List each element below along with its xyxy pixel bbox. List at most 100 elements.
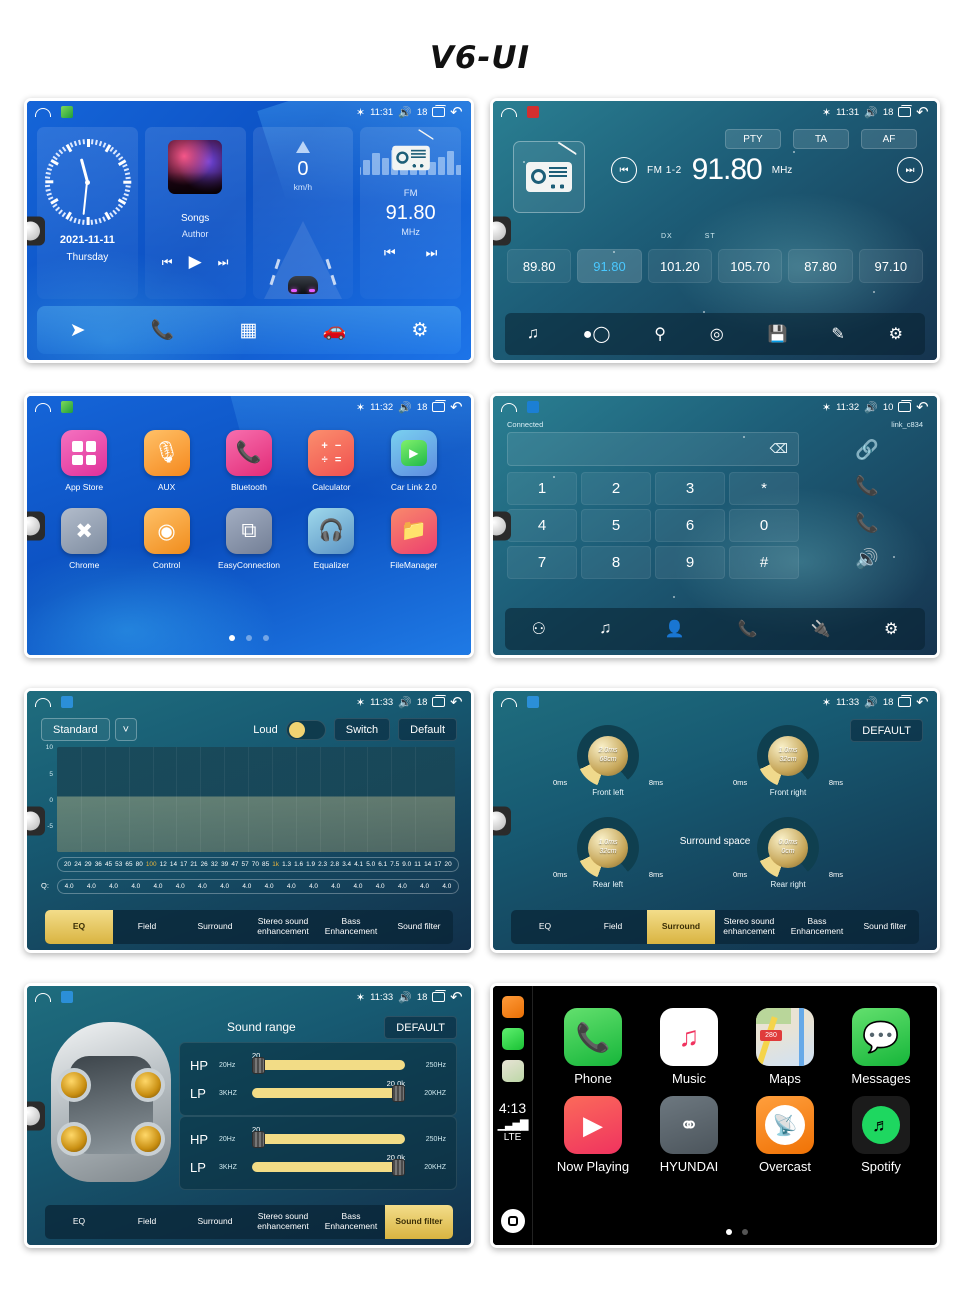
hardware-knob[interactable]	[27, 1101, 45, 1130]
contacts-icon[interactable]: 👤	[664, 619, 684, 639]
filter-row-hp[interactable]: HP 20Hz 20 250Hz	[190, 1125, 446, 1153]
recents-icon[interactable]	[898, 105, 913, 117]
clock-widget[interactable]: 2021-11-11 Thursday	[37, 127, 138, 299]
speed-widget[interactable]: 0 km/h	[252, 127, 354, 299]
app-badge-icon[interactable]	[61, 401, 73, 413]
carplay-home-button[interactable]	[500, 1209, 525, 1233]
radio-source-icon[interactable]	[513, 141, 585, 213]
dial-key[interactable]: 0	[729, 509, 799, 542]
tab-sound-filter[interactable]: Sound filter	[385, 1205, 453, 1239]
ta-button[interactable]: TA	[793, 129, 849, 149]
af-button[interactable]: AF	[861, 129, 917, 149]
hardware-knob[interactable]	[27, 216, 45, 245]
tab-eq[interactable]: EQ	[45, 1205, 113, 1239]
tab-bass-enhancement[interactable]: Bass Enhancement	[317, 910, 385, 944]
recents-icon[interactable]	[432, 695, 447, 707]
default-button[interactable]: Default	[398, 718, 457, 741]
carplay-app-messages[interactable]: 💬 Messages	[833, 1008, 929, 1086]
hp-slider[interactable]: 20	[252, 1051, 405, 1074]
dial-key[interactable]: 9	[655, 546, 725, 579]
back-icon[interactable]: ↷	[916, 104, 929, 121]
filter-row-lp[interactable]: LP 3KHZ 20.0k 20KHZ	[190, 1153, 446, 1181]
hardware-knob[interactable]	[27, 511, 45, 540]
tab-eq[interactable]: EQ	[511, 910, 579, 944]
dial-key[interactable]: 2	[581, 472, 651, 505]
overcast-icon[interactable]	[501, 996, 524, 1018]
seek-prev-button[interactable]: ⏮	[611, 157, 637, 183]
preset-button[interactable]: 87.80	[788, 249, 853, 283]
tab-sound-filter[interactable]: Sound filter	[851, 910, 919, 944]
screen-sound-filter[interactable]: ✶ 11:33 🔊 18 ↷ Sound range DEFAULT HP 20…	[24, 983, 474, 1248]
eq-frequency-scale[interactable]: 20 24 29 36 45 53 65 80 100 12 14 17 21 …	[57, 857, 459, 872]
screen-carplay[interactable]: 4:13 ▁▃▅▇ LTE 📞 Phone ♫ Music 280 Maps 💬…	[490, 983, 940, 1248]
home-icon[interactable]	[501, 402, 517, 412]
app-badge-icon[interactable]	[61, 106, 73, 118]
home-icon[interactable]	[35, 107, 51, 117]
default-button[interactable]: DEFAULT	[384, 1016, 457, 1039]
app-item-aux[interactable]: 🎙 AUX	[125, 430, 207, 492]
dialpad-icon[interactable]: ⚇	[532, 619, 546, 639]
dial-key[interactable]: 6	[655, 509, 725, 542]
dial-key[interactable]: 1	[507, 472, 577, 505]
eq-curve-plot[interactable]	[57, 747, 455, 852]
chevron-down-icon[interactable]: ˅	[114, 718, 138, 741]
dial-key[interactable]: #	[729, 546, 799, 579]
filter-row-lp[interactable]: LP 3KHZ 20.0k 20KHZ	[190, 1079, 446, 1107]
screen-equalizer[interactable]: ✶ 11:33 🔊 18 ↷ Standard ˅ Loud Switch De…	[24, 688, 474, 953]
home-icon[interactable]	[501, 107, 517, 117]
eq-q-scale[interactable]: 4.0 4.0 4.0 4.0 4.0 4.0 4.0 4.0 4.0 4.0 …	[57, 879, 459, 894]
carplay-app-music[interactable]: ♫ Music	[641, 1008, 737, 1086]
tab-stereo-sound-enhancement[interactable]: Stereo sound enhancement	[249, 1205, 317, 1239]
dial-key[interactable]: 7	[507, 546, 577, 579]
home-icon[interactable]	[501, 697, 517, 707]
speaker-icon[interactable]: 🔊	[855, 547, 879, 571]
carplay-app-hyundai[interactable]: ⚭ HYUNDAI	[641, 1096, 737, 1174]
app-item-calculator[interactable]: + − ÷ = Calculator	[290, 430, 372, 492]
page-dot[interactable]	[742, 1229, 748, 1235]
back-icon[interactable]: ↷	[450, 399, 463, 416]
recents-icon[interactable]	[432, 105, 447, 117]
tab-sound-filter[interactable]: Sound filter	[385, 910, 453, 944]
eq-preset-selector[interactable]: Standard	[41, 718, 110, 741]
screen-apps[interactable]: ✶ 11:32 🔊 18 ↷ App Store 🎙 AUX 📞 Bluetoo…	[24, 393, 474, 658]
loc-dx-icon[interactable]: ●◯	[583, 324, 611, 344]
home-icon[interactable]	[35, 697, 51, 707]
radio-prev-icon[interactable]: ⏮	[384, 245, 396, 261]
tab-bass-enhancement[interactable]: Bass Enhancement	[317, 1205, 385, 1239]
recents-icon[interactable]	[898, 695, 913, 707]
carplay-app-now-playing[interactable]: ▶ Now Playing	[545, 1096, 641, 1174]
app-item-bluetooth[interactable]: 📞 Bluetooth	[208, 430, 290, 492]
radio-widget[interactable]: FM 91.80 MHz ⏮ ⏭	[360, 127, 461, 299]
back-icon[interactable]: ↷	[916, 399, 929, 416]
carlink-icon[interactable]: 🚗	[323, 318, 347, 342]
preset-button[interactable]: 101.20	[647, 249, 712, 283]
hardware-knob[interactable]	[493, 511, 511, 540]
hardware-knob[interactable]	[27, 806, 45, 835]
recents-icon[interactable]	[432, 400, 447, 412]
loud-toggle[interactable]	[285, 719, 326, 740]
hardware-knob[interactable]	[493, 216, 511, 245]
tab-field[interactable]: Field	[113, 910, 181, 944]
page-dot[interactable]	[263, 635, 269, 641]
back-icon[interactable]: ↷	[916, 694, 929, 711]
filter-row-hp[interactable]: HP 20Hz 20 250Hz	[190, 1051, 446, 1079]
dial-key[interactable]: 8	[581, 546, 651, 579]
preset-button[interactable]: 89.80	[507, 249, 572, 283]
dial-key[interactable]: *	[729, 472, 799, 505]
prev-track-icon[interactable]: ⏮	[162, 255, 173, 270]
tab-stereo-sound-enhancement[interactable]: Stereo sound enhancement	[715, 910, 783, 944]
pty-button[interactable]: PTY	[725, 129, 781, 149]
music-widget[interactable]: Songs Author ⏮ ▶ ⏭	[144, 127, 246, 299]
dx-label[interactable]: DX	[661, 233, 673, 240]
band-icon[interactable]: ♫	[527, 325, 539, 343]
play-icon[interactable]: ▶	[189, 252, 202, 272]
lp-slider[interactable]: 20.0k	[252, 1079, 405, 1102]
navigation-icon[interactable]: ➤	[70, 319, 86, 342]
carplay-app-overcast[interactable]: 📡 Overcast	[737, 1096, 833, 1174]
dial-key[interactable]: 4	[507, 509, 577, 542]
equalizer-app-badge-icon[interactable]	[61, 696, 73, 708]
back-icon[interactable]: ↷	[450, 104, 463, 121]
app-item-control[interactable]: ◉ Control	[125, 508, 207, 570]
tab-field[interactable]: Field	[579, 910, 647, 944]
music-icon[interactable]: ♫	[599, 620, 611, 638]
